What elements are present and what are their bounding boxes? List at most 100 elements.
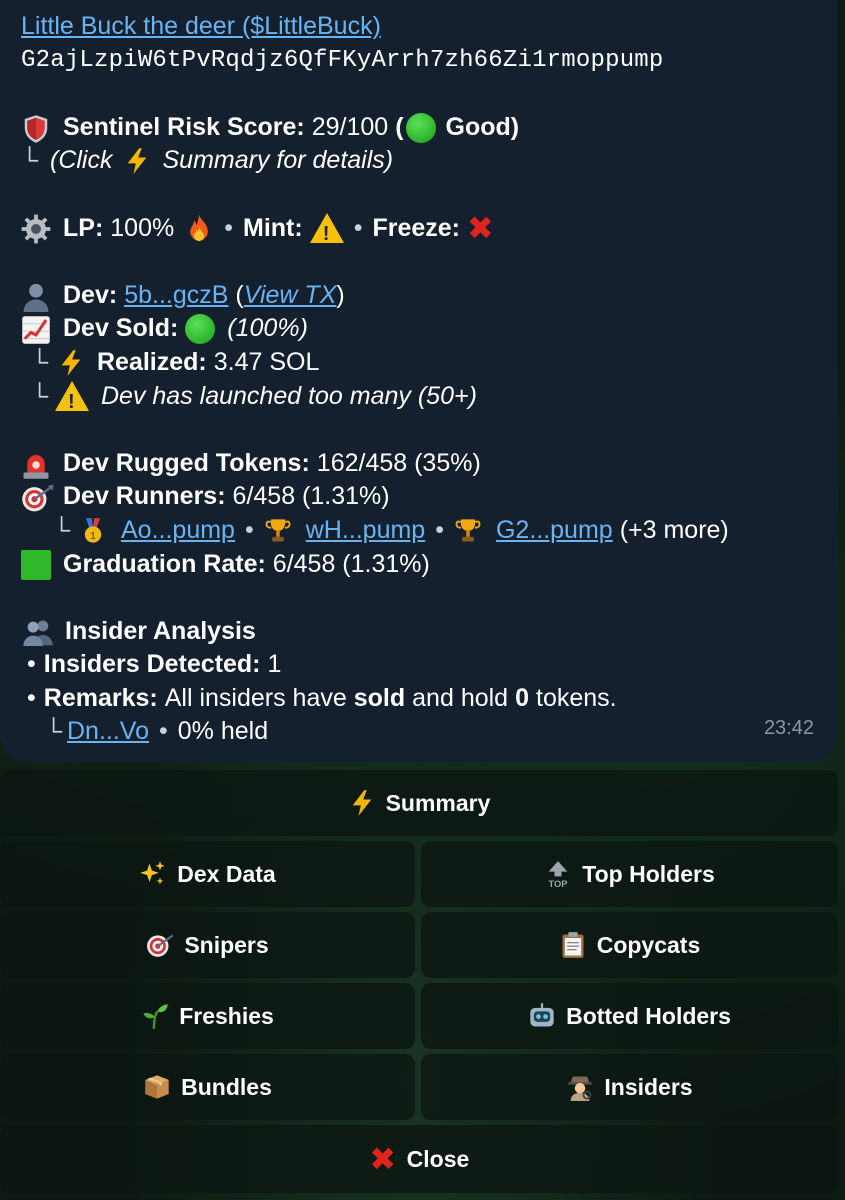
runner-link-1[interactable]: Ao...pump [121,514,235,548]
remarks-text-2: and hold [412,683,509,712]
dev-line: Dev: 5b...gczB ( View TX ) [21,279,816,313]
contract-address: G2ajLzpiW6tPvRqdjz6QfFKyArrh7zh66Zi1rmop… [21,46,664,74]
dev-paren-open: ( [235,280,244,309]
runners-list-line: └ Ao...pump • wH...pump • G2...pump (+3 … [21,514,816,548]
green-circle-icon [185,314,216,345]
package-icon [143,1073,171,1101]
top-holders-button[interactable]: TOP Top Holders [421,841,838,907]
realized-line: └ Realized: 3.47 SOL [21,346,816,380]
tree-connector: └ [31,382,49,410]
top-holders-label: Top Holders [582,860,715,887]
insiders-button[interactable]: Insiders [421,1054,838,1120]
copycats-button[interactable]: Copycats [421,912,838,978]
freshies-label: Freshies [179,1002,274,1029]
sparkles-icon [139,860,167,888]
remarks-zero: 0 [515,683,529,712]
dev-sold-line: Dev Sold: (100%) [21,312,816,346]
summary-button-label: Summary [385,789,491,816]
dev-warning-text: Dev has launched too many (50+) [101,381,477,410]
insiders-detected-value: 1 [267,650,282,679]
rugged-value: 162/458 (35%) [316,448,481,477]
green-square-icon [21,550,53,581]
lightning-icon [348,789,376,817]
remarks-sold: sold [353,683,406,712]
graduation-label: Graduation Rate: [63,549,266,578]
tree-connector: └ [21,147,39,175]
token-title-link[interactable]: Little Buck the deer ($LittleBuck) [21,10,381,44]
summary-button[interactable]: Summary [0,770,838,836]
insider-address-line: └ Dn...Vo • 0% held [21,715,816,749]
chart-up-icon [21,315,53,344]
tree-connector: └ [45,718,63,746]
realized-label: Realized: [97,347,207,376]
bundles-label: Bundles [181,1073,272,1100]
fire-icon [184,213,214,243]
dev-sold-pct: (100%) [227,314,308,343]
insiders-label: Insiders [604,1073,693,1100]
dex-data-label: Dex Data [177,860,276,887]
separator-dot: • [435,515,444,544]
insider-address-link[interactable]: Dn...Vo [67,715,149,749]
risk-paren: ( [395,112,404,141]
insider-title: Insider Analysis [65,616,256,645]
warning-icon [55,381,89,420]
dev-address-link[interactable]: 5b...gczB [124,279,228,313]
rugged-line: Dev Rugged Tokens: 162/458 (35%) [21,447,816,481]
dex-data-button[interactable]: Dex Data [0,841,415,907]
clipboard-icon [559,931,587,959]
risk-status: Good) [445,112,520,141]
flags-line: LP: 100% • Mint: • Freeze: ✖ [21,210,816,252]
gear-icon [21,214,53,244]
bullet: • [27,683,36,712]
close-button[interactable]: ✖ Close [0,1125,838,1193]
snipers-button[interactable]: Snipers [0,912,415,978]
graduation-line: Graduation Rate: 6/458 (1.31%) [21,548,816,582]
message-timestamp: 23:42 [763,717,814,740]
graduation-value: 6/458 (1.31%) [272,549,430,578]
insider-title-line: Insider Analysis [21,615,816,649]
medal-icon [79,517,107,545]
separator-dot: • [159,717,168,746]
separator-dot: • [224,213,233,242]
dart-icon [146,931,174,959]
bundles-button[interactable]: Bundles [0,1054,415,1120]
dart-icon [21,483,57,512]
remarks-label: Remarks: [43,683,158,712]
freeze-label: Freeze: [372,213,461,242]
title-line: Little Buck the deer ($LittleBuck) [21,10,816,44]
lp-value: 100% [110,213,175,242]
robot-icon [528,1002,556,1030]
dev-sold-label: Dev Sold: [63,314,179,343]
snipers-label: Snipers [184,931,269,958]
risk-score-value: 29/100 [311,112,389,141]
lightning-icon [123,147,153,175]
runner-link-3[interactable]: G2...pump [496,514,613,548]
remarks-text-1: All insiders have [164,683,347,712]
botted-holders-button[interactable]: Botted Holders [421,983,838,1049]
red-x-icon: ✖ [467,210,494,247]
trophy-icon [454,517,482,545]
realized-value: 3.47 SOL [213,347,320,376]
tree-connector: └ [53,516,71,544]
remarks-line: • Remarks: All insiders have sold and ho… [21,682,816,716]
insiders-detected-line: • Insiders Detected: 1 [21,648,816,682]
mint-label: Mint: [243,213,303,242]
dev-label: Dev: [63,280,118,309]
insider-held: 0% held [177,717,269,746]
view-tx-link[interactable]: View TX [244,279,337,313]
runners-label: Dev Runners: [63,482,226,511]
lp-label: LP: [63,213,104,242]
runners-more: (+3 more) [619,515,729,544]
bullet: • [27,650,36,679]
shield-icon [21,114,53,143]
warning-icon [309,213,344,252]
insiders-detected-label: Insiders Detected: [43,650,261,679]
remarks-text-3: tokens. [536,683,617,712]
freshies-button[interactable]: Freshies [0,983,415,1049]
message-bubble: Little Buck the deer ($LittleBuck) G2ajL… [0,0,838,762]
seedling-icon [141,1002,169,1030]
lightning-icon [57,349,85,377]
people-icon [21,617,55,647]
siren-icon [21,450,53,479]
runner-link-2[interactable]: wH...pump [306,514,425,548]
